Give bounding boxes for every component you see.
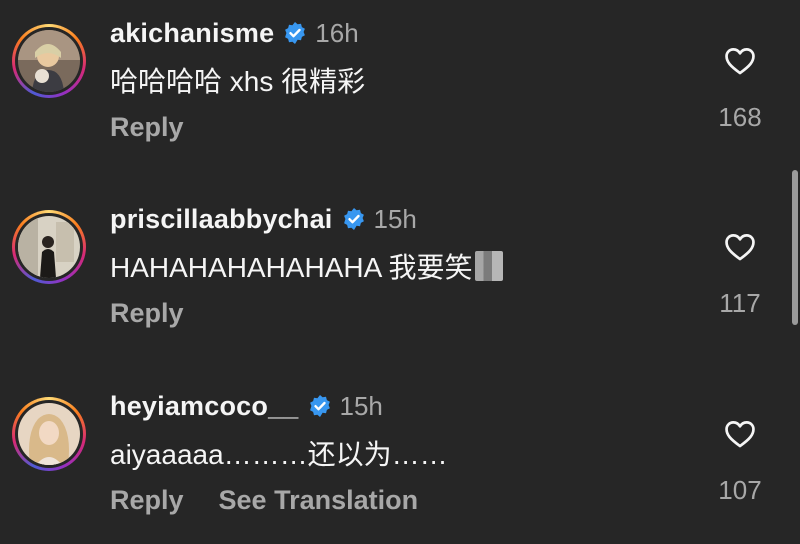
heart-icon[interactable] [723, 44, 757, 78]
avatar-story-ring[interactable] [12, 210, 86, 284]
avatar-image [18, 216, 80, 278]
like-count: 168 [718, 102, 762, 132]
avatar[interactable] [18, 30, 80, 92]
avatar-image [18, 30, 80, 92]
comment-actions: Reply [110, 112, 184, 143]
comment-timestamp: 15h [373, 203, 417, 234]
comment-actions: Reply [110, 298, 184, 329]
comment-item: heyiamcoco__ 15h aiyaaaaa………还以为…… Reply … [0, 373, 800, 543]
avatar-story-ring[interactable] [12, 397, 86, 471]
comment-timestamp: 16h [315, 17, 359, 48]
avatar[interactable] [18, 216, 80, 278]
verified-badge-icon [308, 394, 332, 418]
heart-icon[interactable] [723, 230, 757, 264]
comment-item: priscillaabbychai 15h HAHAHAHAHAHAHA 我要笑… [0, 186, 800, 356]
username[interactable]: akichanisme [110, 18, 274, 49]
comment-text: aiyaaaaa………还以为…… [110, 439, 448, 470]
heart-icon[interactable] [723, 417, 757, 451]
avatar[interactable] [18, 403, 80, 465]
comment-header: heyiamcoco__ 15h [110, 389, 383, 423]
scrollbar[interactable] [792, 170, 798, 325]
username[interactable]: heyiamcoco__ [110, 391, 299, 422]
comment-item: akichanisme 16h 哈哈哈哈 xhs 很精彩 Reply 168 [0, 0, 800, 170]
reply-button[interactable]: Reply [110, 298, 184, 329]
like-count: 117 [719, 288, 761, 318]
like-count: 107 [718, 475, 762, 505]
comment-header: priscillaabbychai 15h [110, 202, 417, 236]
comment-text-row: HAHAHAHAHAHAHA 我要笑 [110, 246, 503, 286]
comment-text: HAHAHAHAHAHAHA 我要笑 [110, 252, 473, 283]
comment-timestamp: 15h [339, 390, 383, 421]
like-area: 168 [710, 44, 770, 133]
verified-badge-icon [283, 21, 307, 45]
comment-actions: Reply See Translation [110, 485, 418, 516]
like-area: 107 [710, 417, 770, 506]
verified-badge-icon [342, 207, 366, 231]
avatar-image [18, 403, 80, 465]
username[interactable]: priscillaabbychai [110, 204, 333, 235]
emoji-placeholder [474, 251, 503, 281]
reply-button[interactable]: Reply [110, 112, 184, 143]
like-area: 117 [710, 230, 770, 319]
reply-button[interactable]: Reply [110, 485, 184, 516]
avatar-story-ring[interactable] [12, 24, 86, 98]
see-translation-button[interactable]: See Translation [219, 485, 419, 516]
comment-text: 哈哈哈哈 xhs 很精彩 [110, 66, 366, 97]
comments-list: akichanisme 16h 哈哈哈哈 xhs 很精彩 Reply 168 p… [0, 0, 800, 544]
comment-header: akichanisme 16h [110, 16, 359, 50]
